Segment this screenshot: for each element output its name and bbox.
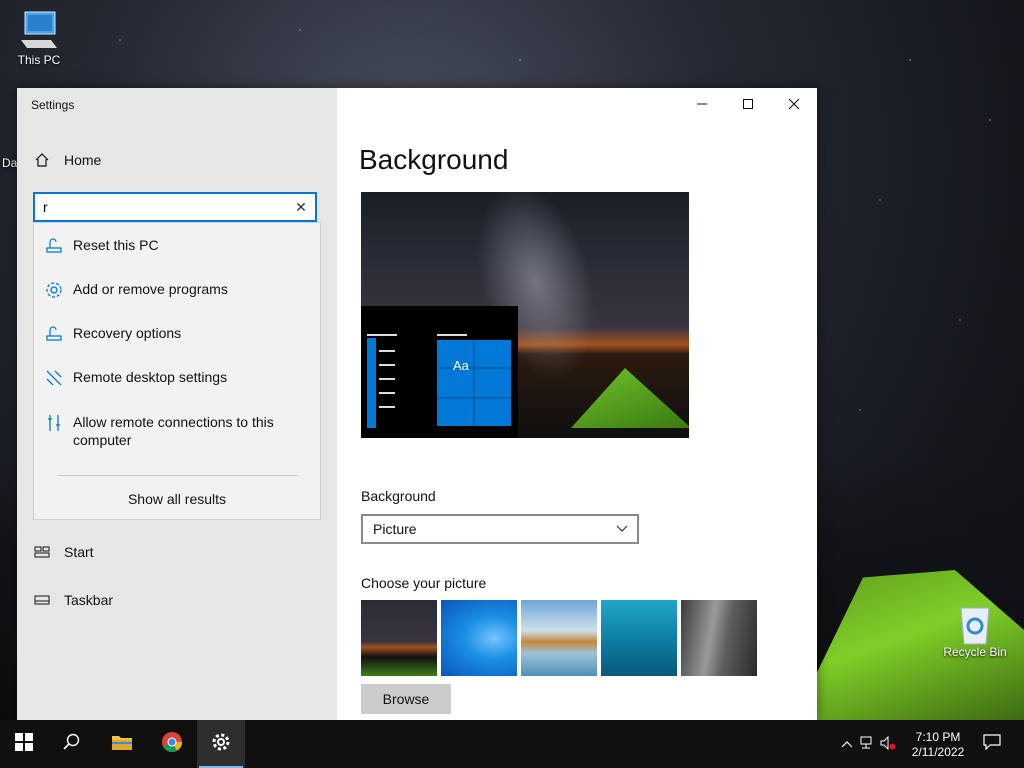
- close-button[interactable]: [771, 88, 817, 120]
- preview-start-mock: Aa: [361, 306, 518, 438]
- start-button[interactable]: [0, 720, 48, 768]
- preview-tiles: [437, 340, 511, 426]
- home-icon: [33, 152, 51, 168]
- picture-thumbnail[interactable]: [361, 600, 437, 676]
- suggestion-remote-desktop-settings[interactable]: Remote desktop settings: [34, 368, 320, 388]
- taskbar-search-button[interactable]: [48, 720, 96, 768]
- clock-date: 2/11/2022: [911, 745, 965, 759]
- suggestion-add-remove-programs[interactable]: Add or remove programs: [34, 280, 320, 300]
- preview-line: [379, 378, 395, 380]
- taskbar: 7:10 PM 2/11/2022: [0, 720, 1024, 768]
- settings-search-box[interactable]: ✕: [33, 192, 317, 222]
- system-tray: [838, 720, 898, 768]
- preview-line: [379, 392, 395, 394]
- nav-start-label: Start: [64, 544, 94, 560]
- settings-content-pane: Background Aa Background Picture Choose …: [337, 88, 817, 720]
- folder-icon: [111, 733, 133, 756]
- choose-picture-label: Choose your picture: [361, 575, 487, 591]
- show-all-results-link[interactable]: Show all results: [34, 491, 320, 507]
- windows-start-icon: [15, 732, 33, 756]
- picture-thumbnail[interactable]: [441, 600, 517, 676]
- nav-taskbar-label: Taskbar: [64, 592, 114, 608]
- notification-icon: [983, 733, 1001, 755]
- picture-thumbnail[interactable]: [601, 600, 677, 676]
- taskbar-file-explorer[interactable]: [98, 720, 146, 768]
- background-type-select[interactable]: Picture: [361, 514, 639, 544]
- recycle-bin-icon: [953, 602, 997, 645]
- suggestion-label: Remote desktop settings: [73, 369, 228, 385]
- suggestion-label: Allow remote connections to this compute…: [73, 414, 274, 448]
- suggestion-reset-pc[interactable]: Reset this PC: [34, 236, 320, 256]
- window-title: Settings: [31, 98, 75, 112]
- network-icon[interactable]: [858, 736, 878, 753]
- picture-thumbnails: [361, 600, 757, 676]
- remote-desktop-icon: [44, 368, 64, 388]
- clear-search-icon[interactable]: ✕: [293, 198, 309, 216]
- suggestion-label: Add or remove programs: [73, 281, 228, 297]
- reset-pc-icon: [44, 236, 64, 256]
- background-preview: Aa: [361, 192, 689, 438]
- nav-home-label: Home: [64, 152, 102, 168]
- gear-icon: [44, 280, 64, 300]
- remote-connections-icon: [44, 413, 64, 433]
- start-menu-icon: [33, 544, 51, 560]
- preview-line: [437, 334, 467, 336]
- chevron-up-icon[interactable]: [838, 737, 856, 751]
- taskbar-clock[interactable]: 7:10 PM 2/11/2022: [910, 730, 966, 760]
- desktop-icon-label: Recycle Bin: [943, 645, 1007, 659]
- maximize-button[interactable]: [725, 88, 771, 120]
- nav-home[interactable]: Home: [33, 152, 101, 168]
- action-center-button[interactable]: [968, 720, 1016, 768]
- settings-window: Settings Home ✕ Reset this PC Add o: [17, 88, 817, 720]
- chrome-icon: [161, 731, 183, 758]
- taskbar-chrome[interactable]: [148, 720, 196, 768]
- picture-thumbnail[interactable]: [681, 600, 757, 676]
- suggestion-recovery-options[interactable]: Recovery options: [34, 324, 320, 344]
- page-title: Background: [359, 144, 509, 175]
- preview-line: [379, 364, 395, 366]
- clock-time: 7:10 PM: [915, 730, 961, 744]
- search-icon: [63, 733, 81, 756]
- chevron-down-icon: [615, 522, 629, 536]
- search-input[interactable]: [43, 198, 283, 216]
- search-suggestions: Reset this PC Add or remove programs Rec…: [33, 222, 321, 520]
- minimize-button[interactable]: [679, 88, 725, 120]
- nav-start[interactable]: Start: [33, 544, 94, 560]
- browse-button[interactable]: Browse: [361, 684, 451, 714]
- suggestion-label: Recovery options: [73, 325, 182, 341]
- caption-buttons: [679, 88, 817, 120]
- suggestion-allow-remote-connections[interactable]: Allow remote connections to this compute…: [34, 413, 320, 449]
- preview-line: [379, 406, 395, 408]
- preview-tile-text: Aa: [453, 358, 469, 373]
- desktop-icon-recycle-bin[interactable]: Recycle Bin: [940, 602, 1010, 659]
- taskbar-icon: [33, 592, 51, 608]
- suggestion-label: Reset this PC: [73, 237, 159, 253]
- preview-start-bar: [367, 338, 376, 428]
- picture-thumbnail[interactable]: [521, 600, 597, 676]
- computer-icon: [17, 10, 61, 50]
- preview-tent: [571, 368, 689, 428]
- desktop-icon-this-pc[interactable]: This PC: [4, 10, 74, 67]
- desktop-icon-label: This PC: [17, 53, 61, 67]
- preview-line: [379, 350, 395, 352]
- settings-left-pane: Settings Home ✕ Reset this PC Add o: [17, 88, 337, 720]
- suggestions-divider: [58, 475, 298, 476]
- nav-taskbar[interactable]: Taskbar: [33, 592, 113, 608]
- recovery-icon: [44, 324, 64, 344]
- background-type-value: Picture: [373, 521, 417, 537]
- preview-line: [367, 334, 397, 336]
- background-label: Background: [361, 488, 436, 504]
- taskbar-settings[interactable]: [197, 720, 245, 768]
- volume-muted-icon[interactable]: [878, 735, 898, 753]
- gear-icon: [211, 732, 231, 757]
- desktop-partial-label: Da: [2, 156, 18, 170]
